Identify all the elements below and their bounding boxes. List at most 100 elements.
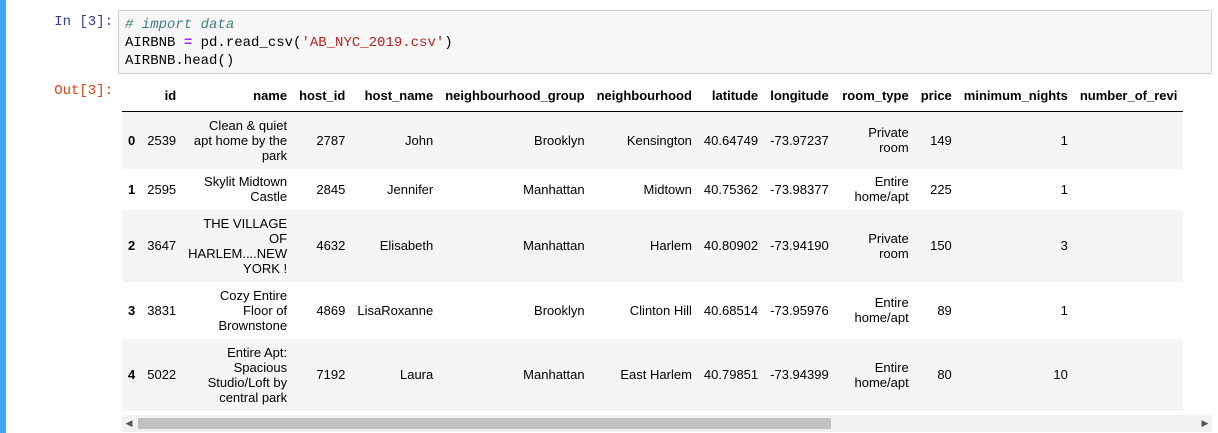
- input-prompt: In [3]:: [54, 14, 113, 30]
- cell-minimum-nights: 3: [1060, 238, 1068, 253]
- cell-number-of-reviews: [1074, 339, 1184, 411]
- cell-price: 225: [930, 181, 952, 197]
- code-operator: =: [183, 35, 193, 51]
- cell-latitude: 40.80902: [703, 238, 759, 253]
- cell-neighbourhood-group: Brooklyn: [534, 302, 585, 318]
- cell-neighbourhood: Midtown: [643, 181, 692, 197]
- output-prompt: Out[3]:: [54, 83, 113, 99]
- table-row: 1 2595 Skylit Midtown Castle 2845 Jennif…: [122, 169, 1183, 210]
- cell-name: Clean & quiet apt home by the park: [193, 117, 288, 163]
- table-header-row: id name host_id host_name neighbourhood_…: [122, 79, 1184, 112]
- cell-host-name: Jennifer: [386, 181, 434, 197]
- code-line-2: AIRBNB = pd.read_csv('AB_NYC_2019.csv'): [125, 34, 1205, 52]
- cell-room-type: Entire home/apt: [854, 359, 909, 390]
- dataframe-table: id name host_id host_name neighbourhood_…: [122, 79, 1184, 411]
- code-line-3: AIRBNB.head(): [125, 53, 235, 69]
- table-row: 3 3831 Cozy Entire Floor of Brownstone 4…: [122, 282, 1183, 339]
- cell-room-type: Private room: [868, 125, 909, 156]
- cell-host-name: Laura: [399, 367, 434, 382]
- cell-id: 2595: [147, 181, 177, 197]
- cell-host-id: 4632: [316, 238, 346, 253]
- table-row: 2 3647 THE VILLAGE OF HARLEM....NEW YORK…: [122, 209, 1184, 282]
- cell-longitude: -73.98377: [770, 181, 829, 197]
- cell-minimum-nights: 1: [1060, 302, 1068, 318]
- cell-id: 3647: [147, 238, 177, 253]
- cell-name: Cozy Entire Floor of Brownstone: [218, 287, 288, 333]
- cell-name: THE VILLAGE OF HARLEM....NEW YORK !: [188, 215, 288, 276]
- column-header-name: name: [182, 79, 294, 112]
- cell-neighbourhood: East Harlem: [620, 367, 692, 382]
- column-header-minimum-nights: minimum_nights: [957, 79, 1074, 112]
- cell-neighbourhood: Kensington: [626, 132, 692, 148]
- cell-id: 5022: [147, 367, 177, 382]
- column-header-host-id: host_id: [293, 79, 352, 112]
- cell-room-type: Entire home/apt: [854, 295, 909, 325]
- horizontal-scrollbar[interactable]: ◀ ▶: [122, 415, 1212, 432]
- cell-number-of-reviews: [1074, 112, 1184, 169]
- row-index: 4: [128, 367, 136, 382]
- cell-neighbourhood-group: Manhattan: [523, 181, 585, 197]
- code-call: pd.read_csv(: [192, 35, 302, 51]
- code-string: 'AB_NYC_2019.csv': [301, 35, 445, 51]
- cell-price: 80: [937, 367, 952, 382]
- row-index: 3: [128, 302, 136, 318]
- column-header-room-type: room_type: [834, 79, 915, 112]
- cell-host-id: 2787: [316, 132, 346, 148]
- column-header-index: [122, 79, 142, 112]
- output-area: id name host_id host_name neighbourhood_…: [122, 79, 1212, 415]
- cell-id: 3831: [147, 302, 177, 318]
- column-header-longitude: longitude: [764, 79, 835, 112]
- cell-longitude: -73.97237: [770, 132, 829, 148]
- cell-longitude: -73.94190: [770, 238, 829, 253]
- column-header-neighbourhood: neighbourhood: [590, 79, 698, 112]
- cell-id: 2539: [147, 132, 177, 148]
- code-input-area[interactable]: # import data AIRBNB = pd.read_csv('AB_N…: [118, 10, 1212, 74]
- cell-host-id: 2845: [316, 181, 346, 197]
- cell-longitude: -73.94399: [770, 367, 829, 382]
- cell-host-name: LisaRoxanne: [357, 302, 434, 318]
- code-line-1: # import data: [125, 16, 1205, 34]
- cell-neighbourhood-group: Brooklyn: [534, 132, 585, 148]
- table-row: 0 2539 Clean & quiet apt home by the par…: [122, 111, 1184, 169]
- cell-latitude: 40.68514: [703, 302, 759, 318]
- row-index: 2: [128, 238, 136, 253]
- cell-minimum-nights: 10: [1053, 367, 1068, 382]
- cell-neighbourhood-group: Manhattan: [523, 367, 585, 382]
- cell-longitude: -73.95976: [770, 302, 829, 318]
- cell-name: Entire Apt: Spacious Studio/Loft by cent…: [207, 344, 288, 405]
- cell-neighbourhood: Clinton Hill: [629, 302, 692, 318]
- column-header-host-name: host_name: [351, 79, 440, 112]
- cell-name: Skylit Midtown Castle: [204, 174, 288, 204]
- cell-price: 89: [937, 302, 952, 318]
- cell-neighbourhood: Harlem: [650, 238, 692, 253]
- cell-latitude: 40.75362: [703, 181, 759, 197]
- selected-cell-indicator: [0, 0, 6, 433]
- cell-price: 149: [930, 132, 952, 148]
- cell-latitude: 40.79851: [703, 367, 759, 382]
- table-row: 4 5022 Entire Apt: Spacious Studio/Loft …: [122, 338, 1184, 411]
- row-index: 0: [128, 132, 136, 148]
- cell-minimum-nights: 1: [1060, 132, 1068, 148]
- cell-room-type: Private room: [868, 230, 909, 261]
- cell-host-id: 4869: [316, 302, 346, 318]
- scroll-right-arrow-icon[interactable]: ▶: [1198, 415, 1212, 432]
- cell-host-name: Elisabeth: [379, 238, 434, 253]
- cell-price: 150: [930, 238, 952, 253]
- cell-host-id: 7192: [316, 367, 346, 382]
- scrollbar-thumb[interactable]: [138, 418, 831, 429]
- cell-number-of-reviews: [1074, 210, 1184, 282]
- cell-number-of-reviews: [1074, 282, 1184, 339]
- cell-host-name: John: [405, 132, 434, 148]
- cell-minimum-nights: 1: [1060, 181, 1068, 197]
- column-header-number-of-reviews: number_of_revi: [1073, 79, 1184, 112]
- column-header-latitude: latitude: [697, 79, 765, 112]
- cell-number-of-reviews: [1074, 169, 1184, 210]
- row-index: 1: [128, 181, 136, 197]
- cell-room-type: Entire home/apt: [854, 174, 909, 204]
- cell-neighbourhood-group: Manhattan: [523, 238, 585, 253]
- column-header-neighbourhood-group: neighbourhood_group: [439, 79, 591, 112]
- code-close-paren: ): [444, 35, 453, 51]
- scroll-left-arrow-icon[interactable]: ◀: [122, 415, 136, 432]
- code-variable: AIRBNB: [125, 35, 184, 51]
- column-header-id: id: [141, 79, 183, 112]
